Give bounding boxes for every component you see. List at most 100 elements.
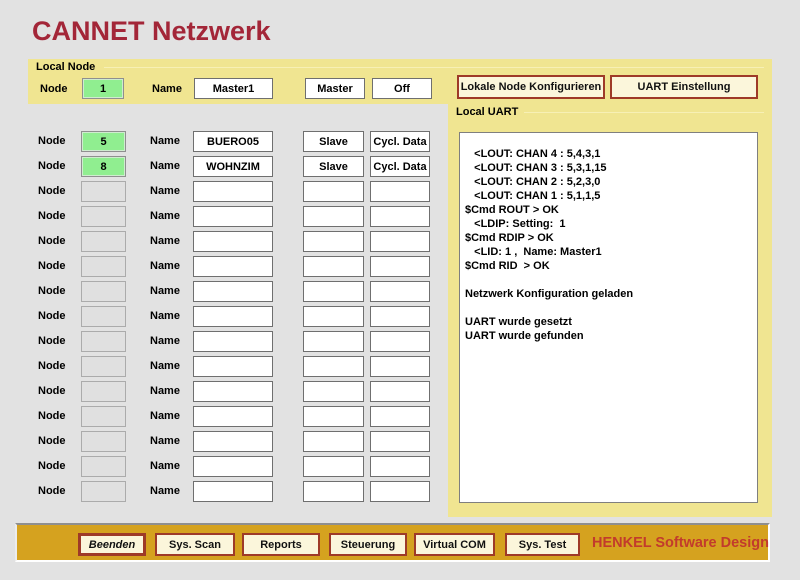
- node-role-field[interactable]: [303, 356, 364, 377]
- node-id-field[interactable]: [81, 431, 126, 452]
- node-row-name-label: Name: [150, 310, 180, 322]
- node-id-field[interactable]: [81, 331, 126, 352]
- groupbox-line: [104, 67, 764, 68]
- node-role-field[interactable]: [303, 306, 364, 327]
- node-role-field[interactable]: [303, 431, 364, 452]
- brand-text: HENKEL Software Design: [592, 525, 769, 560]
- sys-scan-button[interactable]: Sys. Scan: [155, 533, 235, 556]
- node-mode-field[interactable]: [370, 481, 430, 502]
- local-node-mode-field[interactable]: Off: [372, 78, 432, 99]
- node-mode-field[interactable]: [370, 231, 430, 252]
- node-row-node-label: Node: [38, 460, 66, 472]
- table-row: NodeName: [0, 331, 448, 352]
- node-name-field[interactable]: [193, 181, 273, 202]
- node-name-field[interactable]: [193, 331, 273, 352]
- node-row-node-label: Node: [38, 160, 66, 172]
- virtual-com-button[interactable]: Virtual COM: [414, 533, 495, 556]
- node-row-name-label: Name: [150, 285, 180, 297]
- node-role-field[interactable]: [303, 406, 364, 427]
- node-name-field[interactable]: [193, 481, 273, 502]
- cannet-app-window: { "title": "CANNET Netzwerk", "local_nod…: [0, 0, 800, 580]
- node-id-field[interactable]: [81, 481, 126, 502]
- node-row-name-label: Name: [150, 335, 180, 347]
- node-id-field[interactable]: [81, 456, 126, 477]
- node-name-field[interactable]: [193, 381, 273, 402]
- node-row-name-label: Name: [150, 435, 180, 447]
- steuerung-button[interactable]: Steuerung: [329, 533, 407, 556]
- node-mode-field[interactable]: [370, 306, 430, 327]
- node-mode-field[interactable]: [370, 356, 430, 377]
- node-name-field[interactable]: [193, 206, 273, 227]
- table-row: NodeName: [0, 356, 448, 377]
- node-mode-field[interactable]: [370, 381, 430, 402]
- sys-test-button[interactable]: Sys. Test: [505, 533, 580, 556]
- node-id-field[interactable]: [81, 206, 126, 227]
- node-name-field[interactable]: [193, 406, 273, 427]
- table-row: NodeName: [0, 231, 448, 252]
- node-id-field[interactable]: [81, 306, 126, 327]
- node-id-field[interactable]: 8: [81, 156, 126, 177]
- reports-button[interactable]: Reports: [242, 533, 320, 556]
- bottom-toolbar: HENKEL Software Design Beenden Sys. Scan R…: [15, 523, 770, 562]
- node-role-field[interactable]: [303, 481, 364, 502]
- node-role-field[interactable]: [303, 381, 364, 402]
- table-row: NodeName: [0, 481, 448, 502]
- table-row: NodeName: [0, 256, 448, 277]
- node-id-field[interactable]: [81, 356, 126, 377]
- local-node-name-label: Name: [152, 83, 182, 95]
- node-name-field[interactable]: [193, 456, 273, 477]
- node-mode-field[interactable]: [370, 281, 430, 302]
- node-name-field[interactable]: WOHNZIM: [193, 156, 273, 177]
- local-node-name-field[interactable]: Master1: [194, 78, 273, 99]
- node-row-name-label: Name: [150, 160, 180, 172]
- node-mode-field[interactable]: [370, 331, 430, 352]
- node-name-field[interactable]: BUERO05: [193, 131, 273, 152]
- node-mode-field[interactable]: [370, 406, 430, 427]
- local-node-id-field[interactable]: 1: [82, 78, 124, 99]
- node-id-field[interactable]: [81, 381, 126, 402]
- node-id-field[interactable]: [81, 256, 126, 277]
- node-name-field[interactable]: [193, 231, 273, 252]
- node-row-node-label: Node: [38, 235, 66, 247]
- node-role-field[interactable]: [303, 181, 364, 202]
- node-row-name-label: Name: [150, 410, 180, 422]
- uart-settings-button[interactable]: UART Einstellung: [610, 75, 758, 99]
- node-name-field[interactable]: [193, 431, 273, 452]
- node-mode-field[interactable]: [370, 256, 430, 277]
- node-id-field[interactable]: [81, 281, 126, 302]
- uart-log-textbox[interactable]: <LOUT: CHAN 4 : 5,4,3,1 <LOUT: CHAN 3 : …: [459, 132, 758, 503]
- node-row-name-label: Name: [150, 260, 180, 272]
- node-role-field[interactable]: [303, 256, 364, 277]
- node-name-field[interactable]: [193, 356, 273, 377]
- node-id-field[interactable]: [81, 406, 126, 427]
- node-role-field[interactable]: Slave: [303, 156, 364, 177]
- node-row-node-label: Node: [38, 135, 66, 147]
- table-row: NodeName: [0, 206, 448, 227]
- beenden-button[interactable]: Beenden: [78, 533, 146, 556]
- table-row: NodeName: [0, 181, 448, 202]
- node-id-field[interactable]: 5: [81, 131, 126, 152]
- local-node-role-field[interactable]: Master: [305, 78, 365, 99]
- node-id-field[interactable]: [81, 181, 126, 202]
- node-mode-field[interactable]: [370, 431, 430, 452]
- node-mode-field[interactable]: Cycl. Data: [370, 131, 430, 152]
- node-mode-field[interactable]: [370, 181, 430, 202]
- node-mode-field[interactable]: [370, 456, 430, 477]
- node-name-field[interactable]: [193, 306, 273, 327]
- node-mode-field[interactable]: [370, 206, 430, 227]
- node-row-node-label: Node: [38, 360, 66, 372]
- node-row-node-label: Node: [38, 210, 66, 222]
- node-role-field[interactable]: Slave: [303, 131, 364, 152]
- node-name-field[interactable]: [193, 256, 273, 277]
- table-row: NodeName: [0, 456, 448, 477]
- node-role-field[interactable]: [303, 206, 364, 227]
- node-role-field[interactable]: [303, 231, 364, 252]
- node-role-field[interactable]: [303, 331, 364, 352]
- configure-local-node-button[interactable]: Lokale Node Konfigurieren: [457, 75, 605, 99]
- node-mode-field[interactable]: Cycl. Data: [370, 156, 430, 177]
- table-row: NodeName: [0, 431, 448, 452]
- node-name-field[interactable]: [193, 281, 273, 302]
- node-role-field[interactable]: [303, 281, 364, 302]
- node-id-field[interactable]: [81, 231, 126, 252]
- node-role-field[interactable]: [303, 456, 364, 477]
